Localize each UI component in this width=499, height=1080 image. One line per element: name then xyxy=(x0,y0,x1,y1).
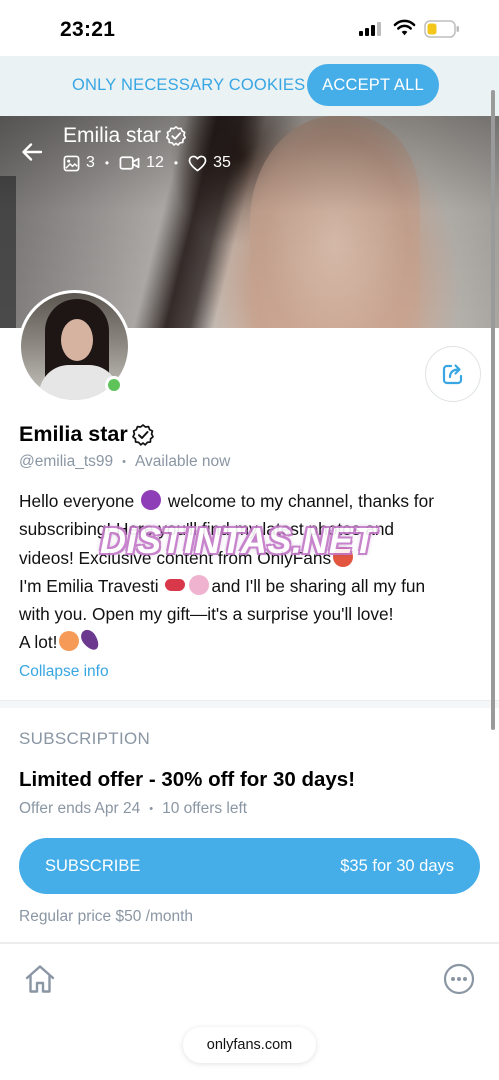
collapse-info-link[interactable]: Collapse info xyxy=(19,663,109,681)
section-divider xyxy=(0,700,499,708)
peach-emoji-icon xyxy=(59,631,80,652)
scrollbar[interactable] xyxy=(491,90,495,730)
cellular-signal-icon xyxy=(359,22,381,36)
offer-end-date: Offer ends Apr 24 xyxy=(19,800,141,817)
profile-subline: @emilia_ts99 • Available now xyxy=(19,453,230,471)
image-icon xyxy=(63,155,80,171)
bio-line: with you. Open my gift—it's a surprise y… xyxy=(19,604,394,625)
availability-status: Available now xyxy=(135,453,231,470)
subscribe-button[interactable]: SUBSCRIBE $35 for 30 days xyxy=(19,838,480,894)
more-options-icon[interactable] xyxy=(442,962,476,996)
likes-stat: 35 xyxy=(188,154,231,172)
offers-left: 10 offers left xyxy=(162,800,248,817)
wifi-icon xyxy=(393,19,416,36)
verified-badge-icon xyxy=(131,423,154,446)
home-icon[interactable] xyxy=(23,962,57,996)
browser-url-bar[interactable]: onlyfans.com xyxy=(183,1027,316,1063)
profile-name: Emilia star xyxy=(19,422,155,447)
photos-count: 3 xyxy=(86,154,95,171)
avatar-detail xyxy=(61,319,93,361)
back-arrow-icon[interactable] xyxy=(20,140,44,164)
share-icon xyxy=(442,364,463,385)
separator-dot: • xyxy=(122,456,126,468)
separator-dot: • xyxy=(104,156,110,170)
eggplant-emoji-icon xyxy=(78,627,103,654)
videos-stat: 12 xyxy=(119,154,164,172)
lips-emoji-icon xyxy=(165,578,186,591)
offer-title: Limited offer - 30% off for 30 days! xyxy=(19,768,356,791)
nail-polish-emoji-icon xyxy=(189,574,210,595)
divider xyxy=(0,942,499,944)
bio-line: I'm Emilia Travesti and I'll be sharing … xyxy=(19,574,426,596)
accept-all-cookies-button[interactable]: ACCEPT ALL xyxy=(307,64,439,106)
cover-stats: 3 • 12 • 35 xyxy=(63,154,231,172)
status-bar: 23:21 xyxy=(0,0,499,56)
share-button[interactable] xyxy=(425,346,481,402)
photos-stat: 3 xyxy=(63,154,95,172)
subscription-section-title: SUBSCRIPTION xyxy=(19,729,151,748)
bottom-navigation: onlyfans.com xyxy=(0,945,499,1080)
status-time: 23:21 xyxy=(60,18,116,41)
only-necessary-cookies-button[interactable]: ONLY NECESSARY COOKIES xyxy=(72,76,305,95)
cookie-banner: ONLY NECESSARY COOKIES ACCEPT ALL xyxy=(0,56,499,116)
video-camera-icon xyxy=(119,156,140,170)
subscribe-label: SUBSCRIBE xyxy=(45,856,141,875)
bio-line: Hello everyone welcome to my channel, th… xyxy=(19,490,434,511)
heart-icon xyxy=(188,155,207,171)
verified-badge-icon xyxy=(166,126,187,146)
likes-count: 35 xyxy=(213,154,231,171)
online-status-indicator xyxy=(105,376,123,394)
battery-low-icon xyxy=(424,20,459,38)
cover-profile-name: Emilia star xyxy=(63,124,187,148)
separator-dot: • xyxy=(173,156,179,170)
separator-dot: • xyxy=(149,803,154,815)
bio-line: A lot! xyxy=(19,627,489,656)
profile-name-text: Emilia star xyxy=(19,422,128,446)
subscribe-price: $35 for 30 days xyxy=(340,856,454,875)
watermark-overlay: DISTINTAS.NET xyxy=(100,520,376,561)
videos-count: 12 xyxy=(146,154,164,171)
regular-price: Regular price $50 /month xyxy=(19,908,194,925)
profile-handle: @emilia_ts99 xyxy=(19,453,114,470)
offer-details: Offer ends Apr 24 • 10 offers left xyxy=(19,800,247,818)
profile-bio: Hello everyone welcome to my channel, th… xyxy=(19,487,489,657)
cover-name-text: Emilia star xyxy=(63,124,162,147)
smiling-devil-emoji-icon xyxy=(141,490,162,510)
